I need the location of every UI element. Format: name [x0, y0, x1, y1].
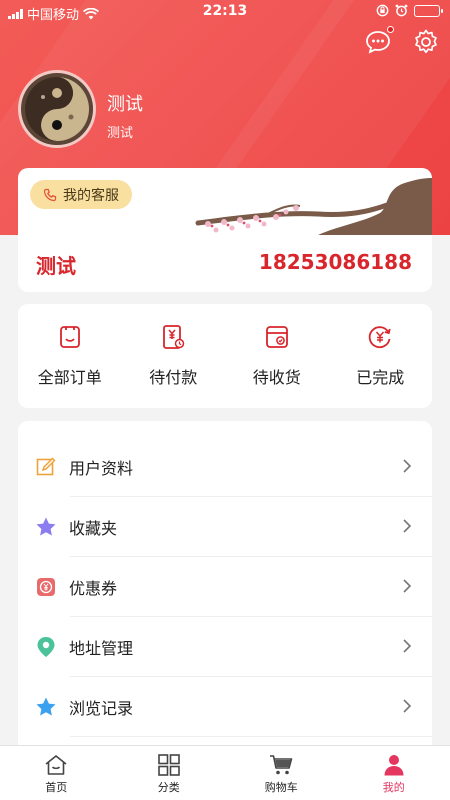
tab-label: 首页	[45, 781, 68, 794]
settings-button[interactable]	[412, 28, 440, 56]
notification-dot	[387, 26, 394, 33]
menu-item-address[interactable]: 地址管理	[18, 617, 432, 677]
order-list-icon	[59, 326, 80, 348]
customer-service-label: 我的客服	[63, 187, 119, 204]
contact-card: 我的客服 测试 18253086188	[18, 168, 432, 292]
tab-label: 我的	[382, 781, 405, 794]
status-bar: 中国移动 22:13	[0, 0, 450, 24]
orientation-lock-icon	[376, 4, 389, 17]
order-shipping-button[interactable]: 待收货	[225, 304, 329, 408]
phone-icon	[43, 188, 57, 201]
order-completed-button[interactable]: 已完成	[329, 304, 433, 408]
tab-cart[interactable]: 购物车	[225, 746, 338, 800]
order-all-label: 全部订单	[37, 368, 102, 387]
pending-payment-icon	[163, 325, 185, 349]
edit-profile-icon	[35, 456, 57, 478]
tab-category[interactable]: 分类	[113, 746, 226, 800]
tab-mine[interactable]: 我的	[338, 746, 450, 800]
chevron-right-icon	[403, 699, 412, 713]
pending-delivery-icon	[265, 326, 288, 348]
header-actions	[364, 26, 440, 56]
order-shipping-label: 待收货	[252, 368, 301, 387]
order-status-bar: 全部订单 待付款 待收货 已完成	[18, 304, 432, 408]
menu-item-label: 用户资料	[69, 459, 134, 478]
menu-item-label: 收藏夹	[69, 519, 118, 538]
menu-item-coupons[interactable]: 优惠券	[18, 557, 432, 617]
avatar[interactable]	[18, 70, 96, 148]
menu-item-label: 优惠券	[69, 579, 118, 598]
star-icon	[35, 516, 57, 538]
menu-item-label: 浏览记录	[69, 699, 134, 718]
completed-icon	[369, 326, 391, 349]
chevron-right-icon	[403, 579, 412, 593]
settings-menu: 用户资料 收藏夹 优惠券 地址管理 浏览记录	[18, 421, 432, 751]
customer-service-button[interactable]: 我的客服	[30, 180, 132, 209]
user-icon	[384, 755, 404, 776]
order-all-button[interactable]: 全部订单	[18, 304, 122, 408]
chevron-right-icon	[403, 639, 412, 653]
menu-top-spacer	[18, 421, 432, 437]
star-icon	[35, 696, 57, 718]
category-icon	[157, 754, 180, 776]
order-unpaid-button[interactable]: 待付款	[122, 304, 226, 408]
menu-item-history[interactable]: 浏览记录	[18, 677, 432, 737]
contact-name: 测试	[36, 254, 76, 278]
home-icon	[45, 755, 67, 775]
profile-name: 测试	[107, 94, 143, 115]
chevron-right-icon	[403, 519, 412, 533]
bottom-tab-bar: 首页 分类 购物车 我的	[0, 745, 450, 800]
order-unpaid-label: 待付款	[149, 368, 198, 387]
profile-subtitle: 测试	[107, 126, 134, 141]
location-pin-icon	[35, 636, 57, 658]
message-button[interactable]	[364, 26, 394, 56]
tab-label: 分类	[157, 781, 180, 794]
menu-item-label: 地址管理	[69, 639, 134, 658]
yin-yang-avatar-image	[21, 73, 93, 145]
coupon-icon	[35, 576, 57, 598]
cart-icon	[270, 755, 293, 775]
contact-phone[interactable]: 18253086188	[259, 250, 412, 274]
alarm-icon	[395, 4, 408, 17]
chevron-right-icon	[403, 459, 412, 473]
tab-home[interactable]: 首页	[0, 746, 113, 800]
status-right	[376, 4, 443, 17]
order-completed-label: 已完成	[356, 368, 405, 387]
battery-icon	[414, 4, 443, 17]
divider	[70, 736, 432, 737]
menu-item-favorites[interactable]: 收藏夹	[18, 497, 432, 557]
tab-label: 购物车	[264, 781, 298, 794]
gear-icon	[415, 29, 437, 54]
menu-item-profile[interactable]: 用户资料	[18, 437, 432, 497]
